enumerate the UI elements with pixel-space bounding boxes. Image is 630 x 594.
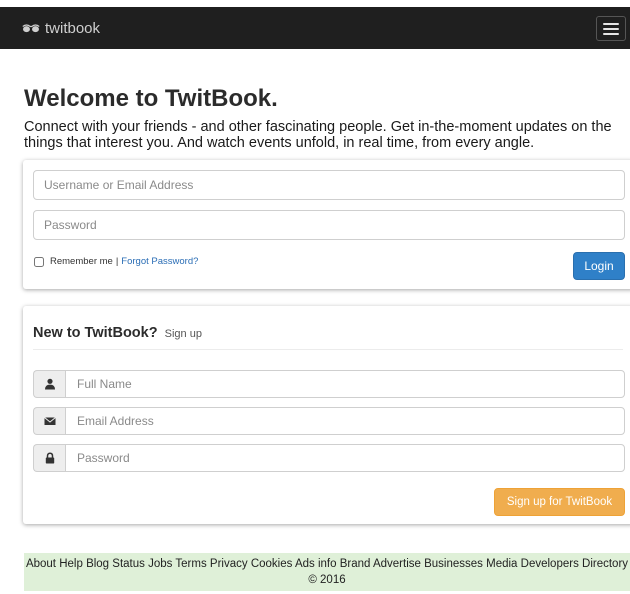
divider <box>33 349 623 350</box>
copyright: © 2016 <box>308 574 346 586</box>
footer-link-status[interactable]: Status <box>112 558 145 570</box>
full-name-input[interactable] <box>65 370 625 398</box>
username-input[interactable] <box>33 170 625 200</box>
full-name-group <box>33 370 625 398</box>
remember-row: Remember me | Forgot Password? <box>34 256 198 267</box>
login-button[interactable]: Login <box>573 252 625 280</box>
footer-link-terms[interactable]: Terms <box>175 558 206 570</box>
page-title: Welcome to TwitBook. <box>24 85 278 112</box>
remember-label: Remember me <box>50 256 113 267</box>
user-icon <box>33 370 65 398</box>
hamburger-icon <box>603 27 619 30</box>
hamburger-icon <box>603 32 619 35</box>
footer-link-media[interactable]: Media <box>486 558 517 570</box>
footer-link-cookies[interactable]: Cookies <box>251 558 293 570</box>
footer-link-directory[interactable]: Directory <box>582 558 628 570</box>
signup-subtitle: Sign up <box>164 328 202 340</box>
brand-name: twitbook <box>45 19 101 37</box>
tagline: Connect with your friends - and other fa… <box>24 119 612 151</box>
footer-link-privacy[interactable]: Privacy <box>210 558 248 570</box>
forgot-password-link[interactable]: Forgot Password? <box>121 256 198 267</box>
remember-checkbox[interactable] <box>34 256 44 267</box>
footer-link-developers[interactable]: Developers <box>521 558 579 570</box>
footer-link-ads-info[interactable]: Ads info <box>295 558 337 570</box>
login-card: Remember me | Forgot Password? Login <box>23 160 630 289</box>
footer-link-jobs[interactable]: Jobs <box>148 558 172 570</box>
password-input[interactable] <box>33 210 625 240</box>
glasses-icon <box>22 24 40 33</box>
signup-button[interactable]: Sign up for TwitBook <box>494 488 625 516</box>
envelope-icon <box>33 407 65 435</box>
footer-link-about[interactable]: About <box>26 558 56 570</box>
footer-link-blog[interactable]: Blog <box>86 558 109 570</box>
lock-icon <box>33 444 65 472</box>
hamburger-icon <box>603 22 619 25</box>
top-navbar: twitbook <box>0 7 630 49</box>
email-group <box>33 407 625 435</box>
email-input[interactable] <box>65 407 625 435</box>
separator: | <box>115 256 119 267</box>
signup-password-group <box>33 444 625 472</box>
brand-link[interactable]: twitbook <box>22 18 100 38</box>
signup-heading: New to TwitBook? Sign up <box>33 325 202 341</box>
footer-link-advertise[interactable]: Advertise <box>373 558 421 570</box>
footer-link-help[interactable]: Help <box>59 558 83 570</box>
footer-link-brand[interactable]: Brand <box>340 558 371 570</box>
signup-password-input[interactable] <box>65 444 625 472</box>
menu-toggle-button[interactable] <box>596 16 626 41</box>
signup-card: New to TwitBook? Sign up Sign up for Twi… <box>23 306 630 524</box>
footer-link-businesses[interactable]: Businesses <box>424 558 483 570</box>
signup-title: New to TwitBook? <box>33 325 158 341</box>
footer: About Help Blog Status Jobs Terms Privac… <box>24 553 630 591</box>
